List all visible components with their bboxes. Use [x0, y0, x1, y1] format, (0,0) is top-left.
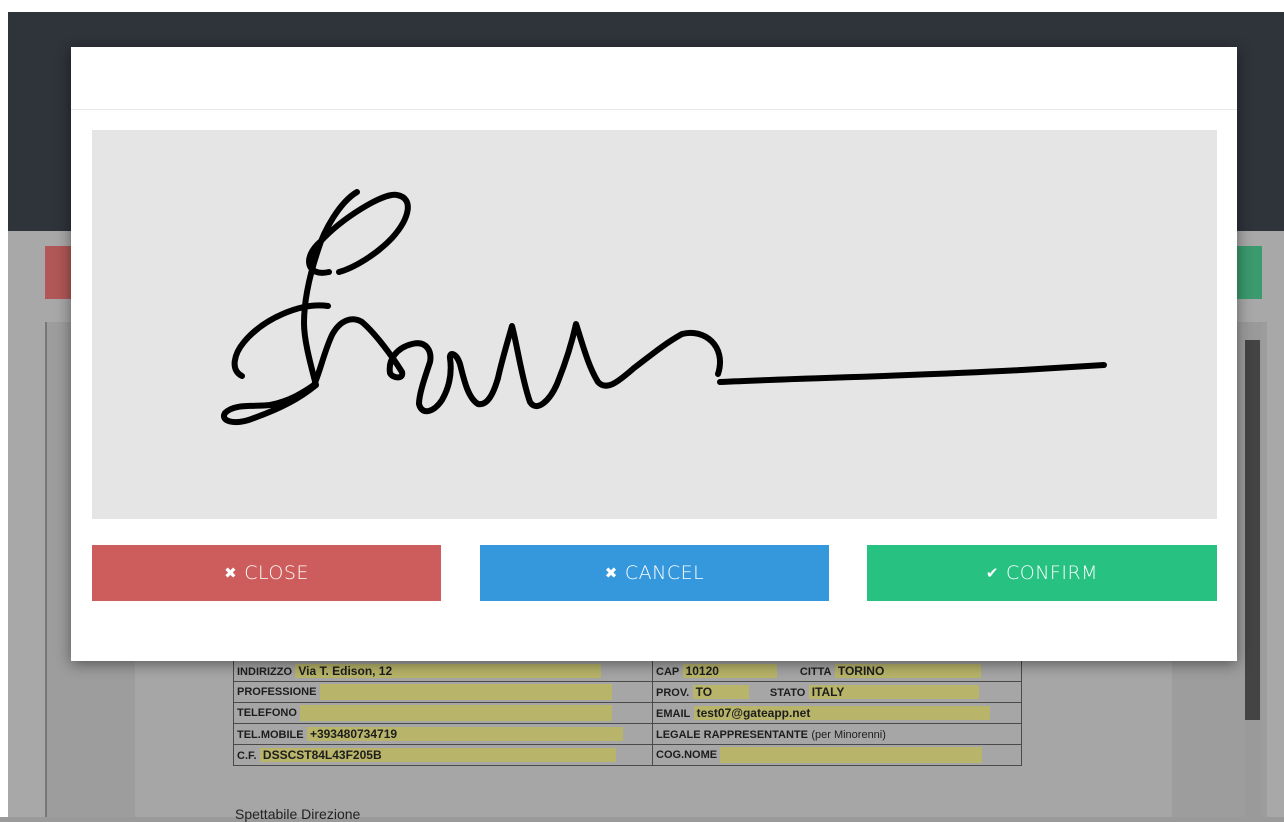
document-scrollbar-thumb[interactable]: [1245, 340, 1260, 720]
cap-label: CAP: [656, 666, 680, 678]
confirm-button-label: CONFIRM: [1006, 562, 1099, 584]
cancel-button-label: CANCEL: [624, 562, 705, 584]
indirizzo-label: INDIRIZZO: [237, 666, 292, 678]
professione-label: PROFESSIONE: [237, 686, 317, 699]
legale-label: LEGALE RAPPRESENTANTE: [656, 729, 808, 741]
signature-pad[interactable]: [92, 130, 1217, 519]
cf-field[interactable]: DSSCST84L43F205B: [259, 748, 616, 762]
table-row: INDIRIZZO Via T. Edison, 12 CAP 10120 CI…: [233, 660, 1022, 682]
cap-field[interactable]: 10120: [682, 664, 777, 678]
telefono-label: TELEFONO: [237, 707, 297, 720]
tel-mobile-label: TEL.MOBILE: [237, 729, 304, 741]
prov-label: PROV.: [656, 687, 690, 699]
check-icon: ✔: [985, 564, 999, 582]
tel-mobile-field[interactable]: +393480734719: [306, 727, 623, 741]
stato-field[interactable]: ITALY: [808, 685, 979, 699]
page-top-strip: [0, 0, 1284, 12]
cog-nome-field[interactable]: [720, 747, 983, 763]
close-button[interactable]: ✖ CLOSE: [92, 545, 441, 601]
signature-drawing: [221, 189, 1107, 426]
legale-note: (per Minorenni): [811, 729, 886, 741]
registration-form-table: INDIRIZZO Via T. Edison, 12 CAP 10120 CI…: [233, 660, 1022, 766]
email-field[interactable]: test07@gateapp.net: [693, 706, 990, 720]
confirm-button[interactable]: ✔ CONFIRM: [867, 545, 1217, 601]
citta-field[interactable]: TORINO: [834, 664, 981, 678]
table-row: TELEFONO EMAIL test07@gateapp.net: [233, 702, 1022, 724]
stato-label: STATO: [769, 687, 806, 699]
cf-label: C.F.: [237, 750, 257, 762]
professione-field[interactable]: [319, 684, 612, 700]
table-row: PROFESSIONE PROV. TO STATO ITALY: [233, 681, 1022, 703]
times-icon: ✖: [604, 564, 618, 582]
document-salutation: Spettabile Direzione: [235, 806, 361, 822]
citta-label: CITTA: [799, 666, 832, 678]
cog-nome-label: COG.NOME: [656, 749, 718, 762]
prov-field[interactable]: TO: [692, 685, 749, 699]
cancel-button[interactable]: ✖ CANCEL: [480, 545, 829, 601]
table-row: TEL.MOBILE +393480734719 LEGALE RAPPRESE…: [233, 723, 1022, 745]
signature-stroke: [221, 189, 1107, 426]
table-row: C.F. DSSCST84L43F205B COG.NOME: [233, 744, 1022, 766]
telefono-field[interactable]: [300, 705, 613, 721]
page-left-edge: [0, 12, 8, 817]
times-icon: ✖: [224, 564, 238, 582]
email-label: EMAIL: [656, 708, 691, 720]
modal-header: [71, 47, 1237, 110]
signature-modal: ✖ CLOSE ✖ CANCEL ✔ CONFIRM: [71, 47, 1237, 661]
indirizzo-field[interactable]: Via T. Edison, 12: [295, 664, 602, 678]
close-button-label: CLOSE: [244, 562, 309, 584]
